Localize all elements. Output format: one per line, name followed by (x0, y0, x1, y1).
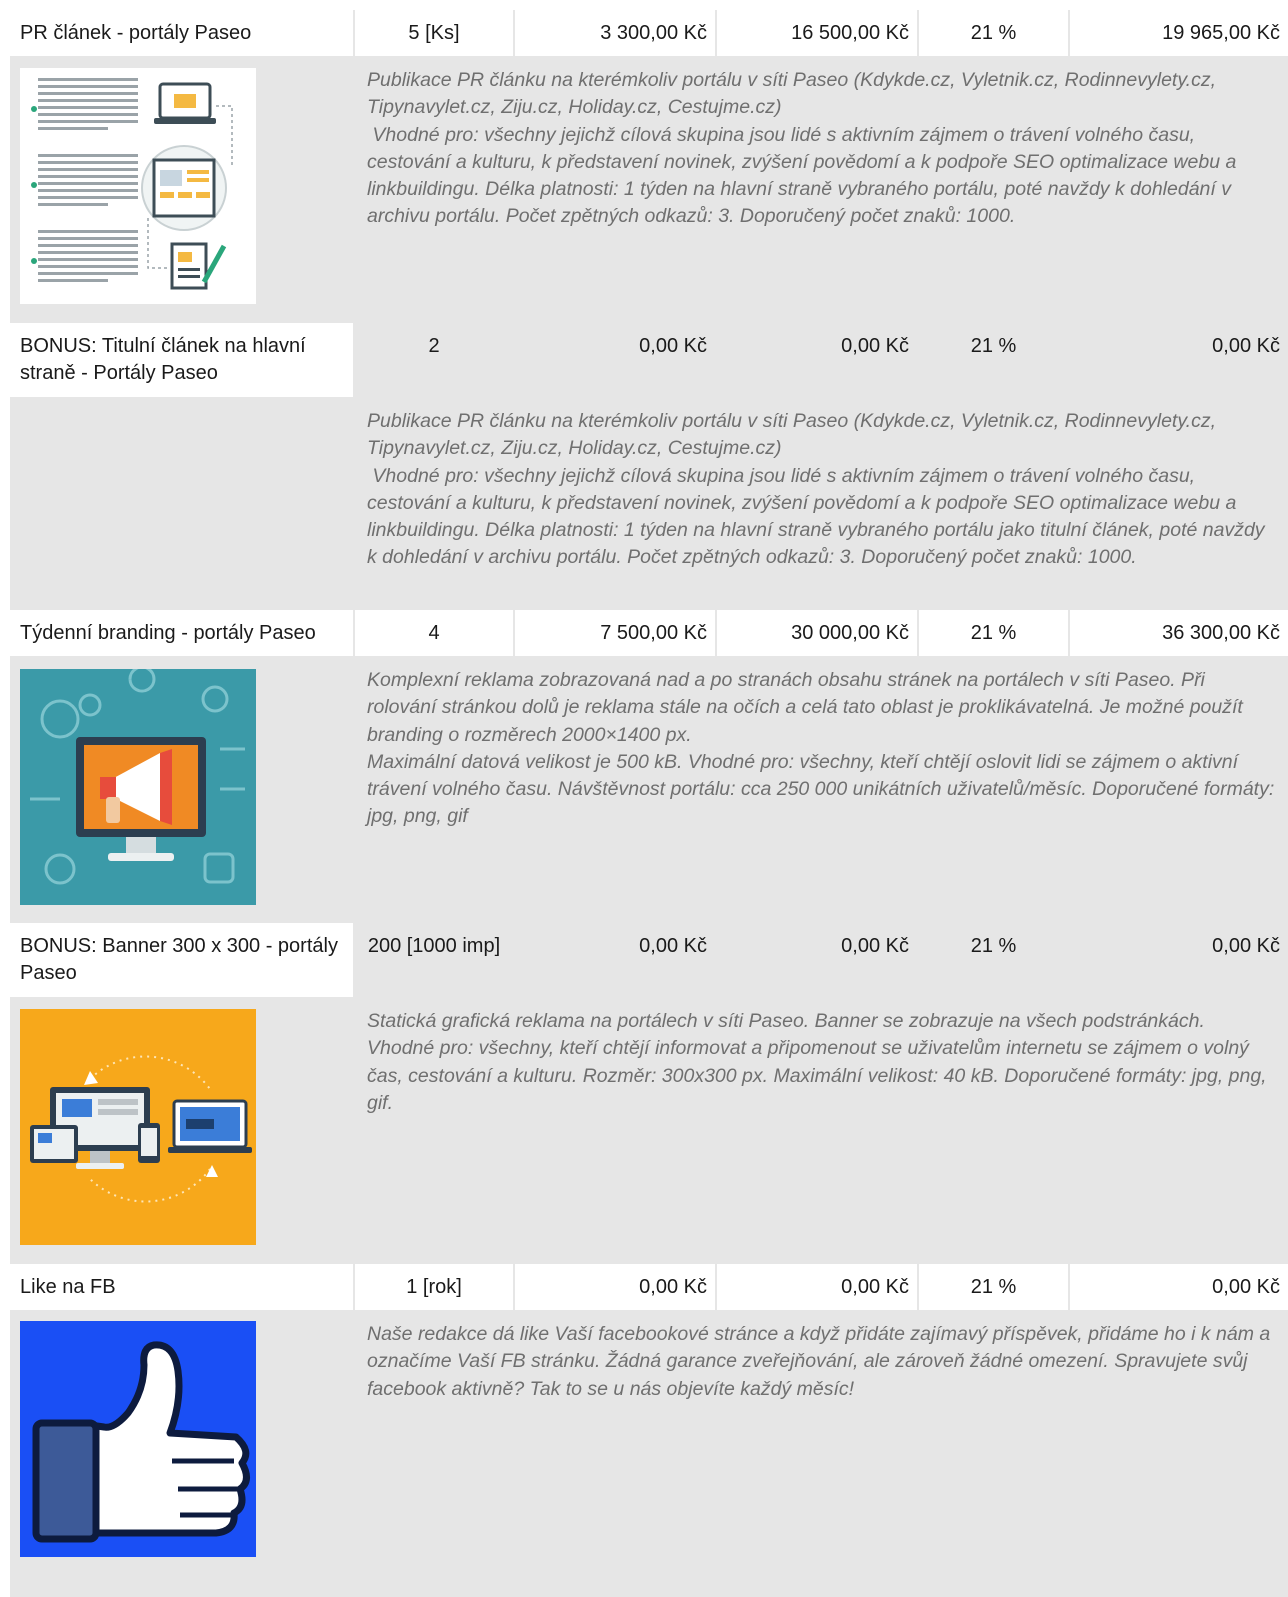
item-name: PR článek - portály Paseo (10, 10, 353, 56)
item-subtotal: 0,00 Kč (717, 923, 917, 997)
item-unit-price: 0,00 Kč (515, 323, 715, 397)
thumbs-up-like-illustration (20, 1321, 256, 1557)
item-name: Like na FB (10, 1264, 353, 1310)
item-name: Týdenní branding - portály Paseo (10, 610, 353, 656)
responsive-devices-illustration (20, 1009, 256, 1245)
item-image-cell (10, 658, 353, 921)
item-name: BONUS: Titulní článek na hlavní straně -… (10, 323, 353, 397)
item-subtotal: 0,00 Kč (717, 1264, 917, 1310)
item-total: 0,00 Kč (1070, 1264, 1288, 1310)
item-unit-price: 3 300,00 Kč (515, 10, 715, 56)
document-layout-illustration (20, 68, 256, 304)
item-vat: 21 % (919, 10, 1068, 56)
item-image-cell-empty (10, 399, 353, 608)
item-unit-price: 0,00 Kč (515, 923, 715, 997)
item-total: 19 965,00 Kč (1070, 10, 1288, 56)
item-vat: 21 % (919, 610, 1068, 656)
item-image-cell (10, 58, 353, 321)
item-name: BONUS: Banner 300 x 300 - portály Paseo (10, 923, 353, 997)
item-quantity: 200 [1000 imp] (355, 923, 513, 997)
item-quantity: 1 [rok] (355, 1264, 513, 1310)
item-subtotal: 0,00 Kč (717, 323, 917, 397)
item-image-cell (10, 999, 353, 1262)
item-unit-price: 0,00 Kč (515, 1264, 715, 1310)
megaphone-monitor-illustration (20, 669, 256, 905)
item-vat: 21 % (919, 1264, 1068, 1310)
item-subtotal: 30 000,00 Kč (717, 610, 917, 656)
item-description: Komplexní reklama zobrazovaná nad a po s… (355, 658, 1288, 921)
item-vat: 21 % (919, 323, 1068, 397)
item-vat: 21 % (919, 923, 1068, 997)
order-items-table: PR článek - portály Paseo 5 [Ks] 3 300,0… (10, 10, 1288, 1597)
item-unit-price: 7 500,00 Kč (515, 610, 715, 656)
item-total: 0,00 Kč (1070, 923, 1288, 997)
item-image-cell (10, 1312, 353, 1597)
item-subtotal: 16 500,00 Kč (717, 10, 917, 56)
item-quantity: 5 [Ks] (355, 10, 513, 56)
item-description: Naše redakce dá like Vaší facebookové st… (355, 1312, 1288, 1597)
item-description: Statická grafická reklama na portálech v… (355, 999, 1288, 1262)
item-description: Publikace PR článku na kterémkoliv portá… (355, 58, 1288, 321)
item-quantity: 4 (355, 610, 513, 656)
item-description: Publikace PR článku na kterémkoliv portá… (355, 399, 1288, 608)
item-total: 36 300,00 Kč (1070, 610, 1288, 656)
item-quantity: 2 (355, 323, 513, 397)
item-total: 0,00 Kč (1070, 323, 1288, 397)
